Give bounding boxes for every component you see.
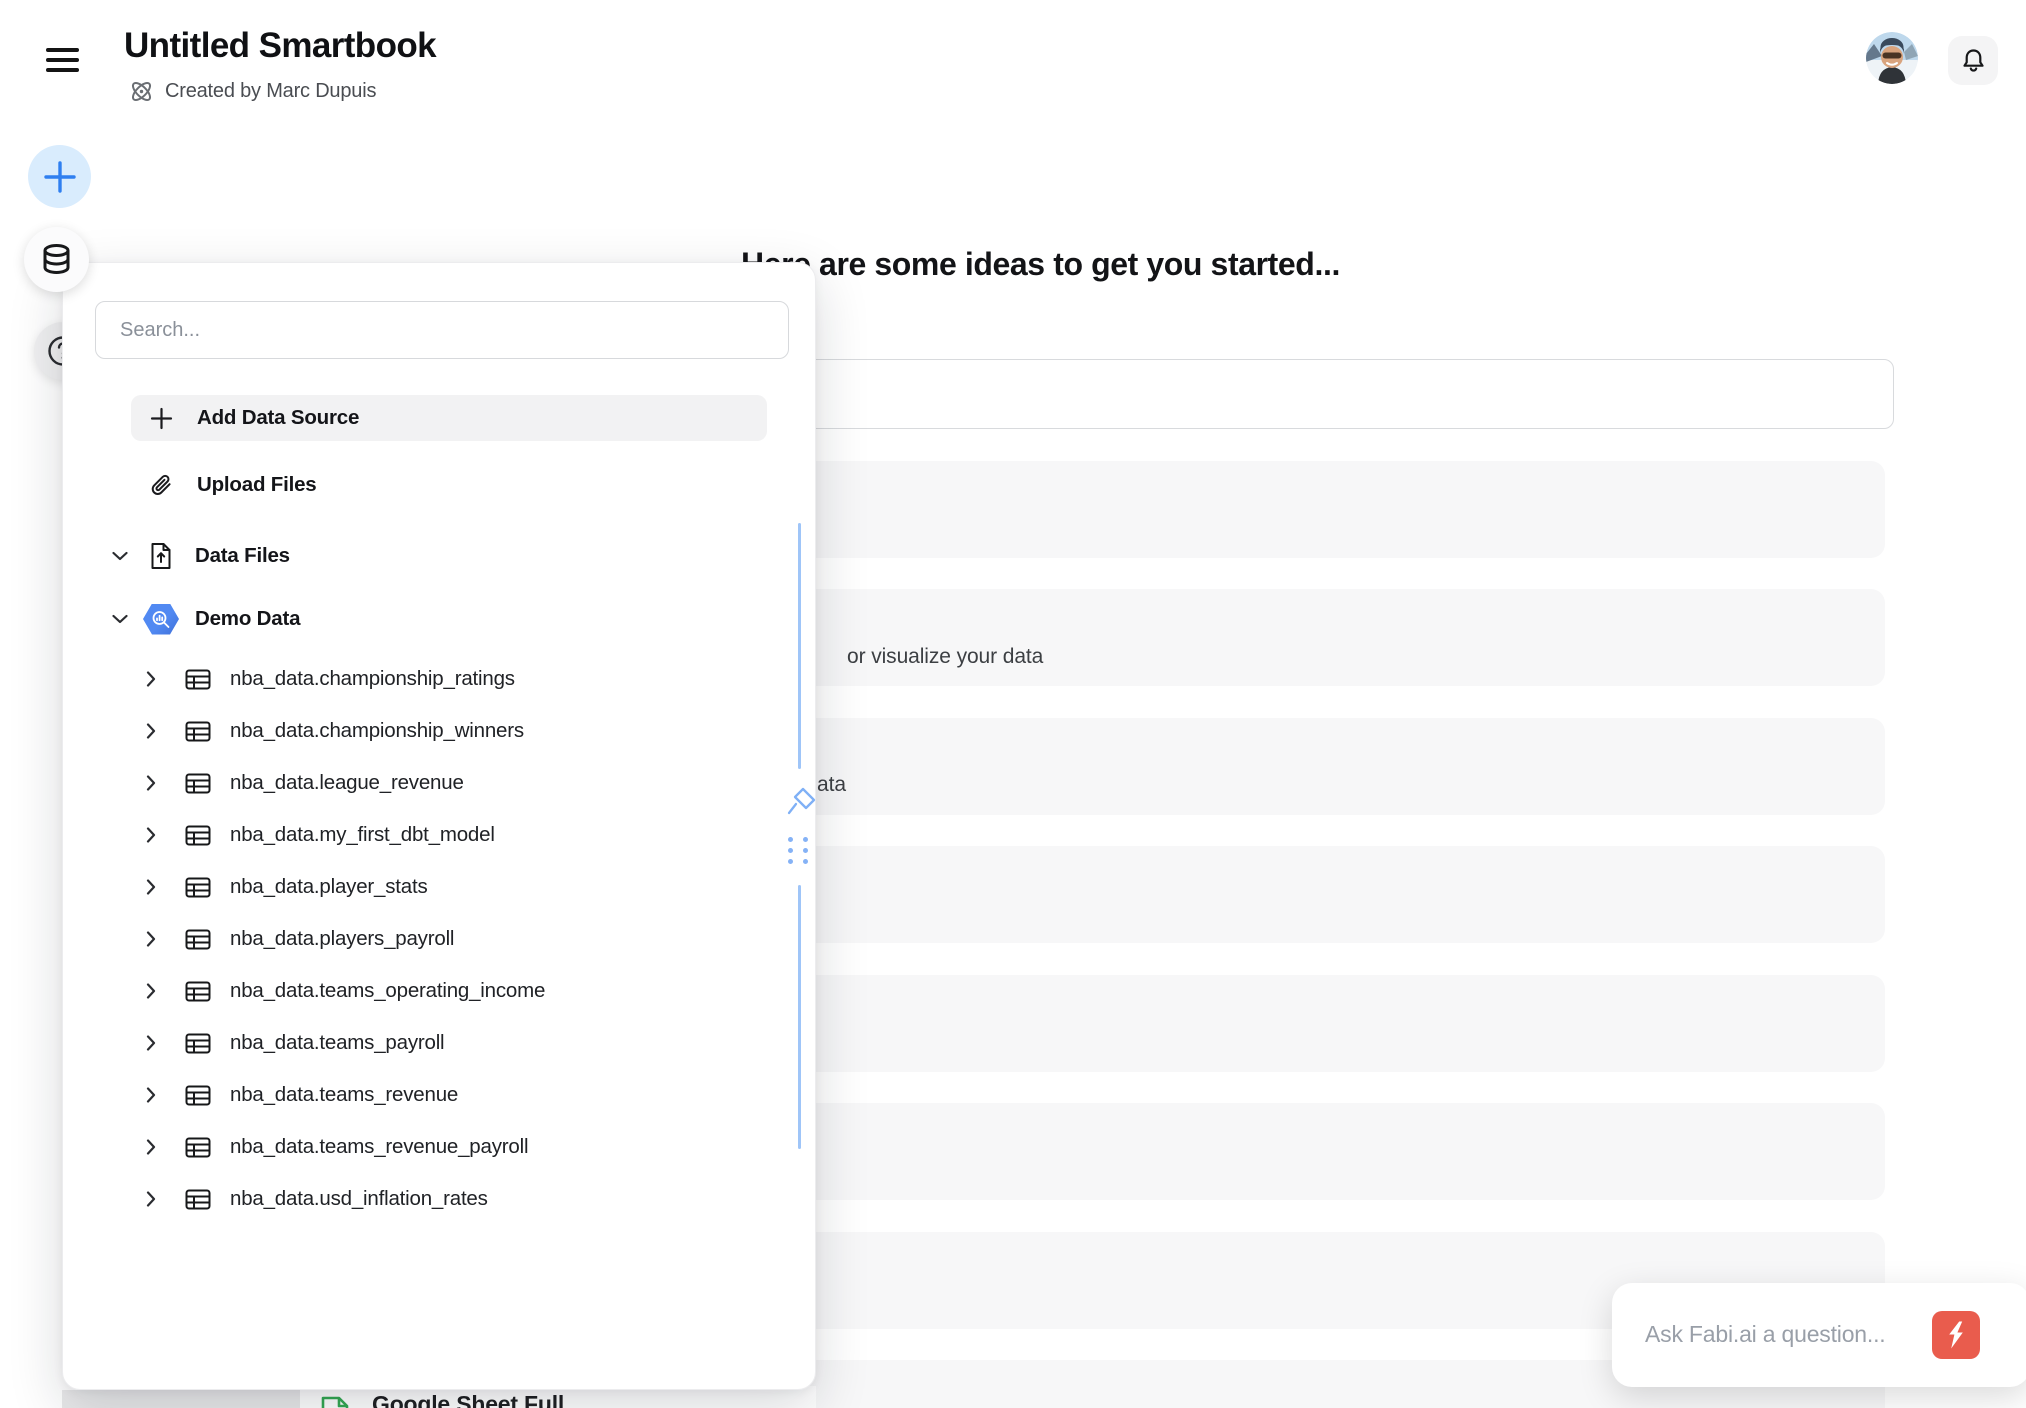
bigquery-icon [141, 604, 181, 635]
plus-icon [149, 407, 173, 430]
chevron-right-icon [144, 983, 158, 999]
chevron-down-icon [111, 614, 129, 624]
question-input-card[interactable] [760, 359, 1894, 429]
table-row[interactable]: nba_data.teams_revenue_payroll [131, 1121, 767, 1173]
table-row[interactable]: nba_data.teams_payroll [131, 1017, 767, 1069]
avatar-photo [1866, 32, 1918, 84]
chevron-right-icon [144, 931, 158, 947]
table-name: nba_data.league_revenue [230, 771, 464, 795]
ask-fabi-placeholder: Ask Fabi.ai a question... [1645, 1321, 1885, 1348]
table-row[interactable]: nba_data.my_first_dbt_model [131, 809, 767, 861]
idea-card[interactable] [760, 1103, 1885, 1200]
plus-icon [43, 160, 77, 194]
section-demo-data[interactable]: Demo Data [103, 596, 767, 642]
idea-card[interactable] [760, 718, 1885, 815]
section-data-files-label: Data Files [195, 544, 290, 568]
upload-files-button[interactable]: Upload Files [131, 462, 767, 508]
add-cell-button[interactable] [28, 145, 91, 208]
table-name: nba_data.usd_inflation_rates [230, 1187, 488, 1211]
ideas-heading: Here are some ideas to get you started..… [741, 246, 1340, 283]
chevron-right-icon [144, 1191, 158, 1207]
idea-text-fragment: ata [817, 773, 846, 797]
table-row[interactable]: nba_data.usd_inflation_rates [131, 1173, 767, 1225]
idea-card[interactable] [760, 589, 1885, 686]
idea-card[interactable] [760, 846, 1885, 943]
google-sheet-item[interactable]: Google Sheet Full [320, 1391, 564, 1408]
lightning-icon [1943, 1320, 1969, 1350]
table-icon [185, 669, 211, 690]
pin-icon [785, 784, 819, 818]
idea-text-fragment: or visualize your data [847, 645, 1043, 669]
idea-card[interactable] [760, 975, 1885, 1072]
chevron-right-icon [144, 671, 158, 687]
chevron-right-icon [144, 827, 158, 843]
table-row[interactable]: nba_data.player_stats [131, 861, 767, 913]
data-source-panel: Add Data Source Upload Files [62, 262, 816, 1390]
user-avatar[interactable] [1866, 32, 1918, 84]
data-sources-button[interactable] [24, 227, 89, 292]
drag-handle-icon[interactable] [788, 837, 808, 869]
google-sheets-icon [320, 1396, 350, 1408]
table-name: nba_data.teams_revenue_payroll [230, 1135, 528, 1159]
table-name: nba_data.players_payroll [230, 927, 454, 951]
database-icon [38, 241, 75, 278]
chevron-right-icon [144, 1035, 158, 1051]
table-icon [185, 877, 211, 898]
table-row[interactable]: nba_data.championship_winners [131, 705, 767, 757]
chevron-right-icon [144, 1087, 158, 1103]
table-name: nba_data.teams_payroll [230, 1031, 444, 1055]
pin-panel-button[interactable] [785, 784, 819, 818]
table-row[interactable]: nba_data.championship_ratings [131, 653, 767, 705]
search-input[interactable] [95, 301, 789, 359]
table-name: nba_data.championship_winners [230, 719, 524, 743]
created-by-row: Created by Marc Dupuis [128, 77, 376, 105]
idea-card[interactable] [760, 461, 1885, 558]
table-icon [185, 721, 211, 742]
page-title[interactable]: Untitled Smartbook [124, 26, 436, 66]
panel-scrollbar[interactable] [798, 523, 801, 769]
table-icon [185, 1189, 211, 1210]
table-row[interactable]: nba_data.league_revenue [131, 757, 767, 809]
table-icon [185, 773, 211, 794]
table-name: nba_data.teams_operating_income [230, 979, 545, 1003]
panel-scrollbar[interactable] [798, 885, 801, 1149]
google-sheet-label: Google Sheet Full [372, 1391, 564, 1408]
bell-icon [1960, 47, 1987, 75]
table-icon [185, 929, 211, 950]
table-row[interactable]: nba_data.teams_revenue [131, 1069, 767, 1121]
table-name: nba_data.championship_ratings [230, 667, 515, 691]
smartbook-atom-icon [128, 78, 155, 105]
upload-files-label: Upload Files [197, 473, 316, 497]
bottom-gray-strip [62, 1390, 300, 1408]
ask-send-button[interactable] [1932, 1311, 1980, 1359]
paperclip-icon [149, 473, 173, 497]
table-name: nba_data.teams_revenue [230, 1083, 458, 1107]
chevron-right-icon [144, 1139, 158, 1155]
created-by-label: Created by Marc Dupuis [165, 80, 376, 103]
table-icon [185, 1033, 211, 1054]
notifications-button[interactable] [1948, 36, 1998, 85]
app-root: Here are some ideas to get you started..… [0, 0, 2026, 1408]
table-icon [185, 1137, 211, 1158]
table-row[interactable]: nba_data.teams_operating_income [131, 965, 767, 1017]
add-data-source-label: Add Data Source [197, 406, 359, 430]
table-row[interactable]: nba_data.players_payroll [131, 913, 767, 965]
chevron-right-icon [144, 775, 158, 791]
chevron-right-icon [144, 879, 158, 895]
section-data-files[interactable]: Data Files [103, 533, 767, 579]
table-name: nba_data.my_first_dbt_model [230, 823, 495, 847]
chevron-down-icon [111, 551, 129, 561]
hamburger-menu-button[interactable] [46, 48, 79, 72]
file-upload-icon [141, 542, 181, 570]
add-data-source-button[interactable]: Add Data Source [131, 395, 767, 441]
table-name: nba_data.player_stats [230, 875, 428, 899]
table-icon [185, 981, 211, 1002]
section-demo-data-label: Demo Data [195, 607, 300, 631]
chevron-right-icon [144, 723, 158, 739]
table-icon [185, 825, 211, 846]
ask-fabi-bar[interactable]: Ask Fabi.ai a question... [1612, 1283, 2026, 1387]
table-icon [185, 1085, 211, 1106]
